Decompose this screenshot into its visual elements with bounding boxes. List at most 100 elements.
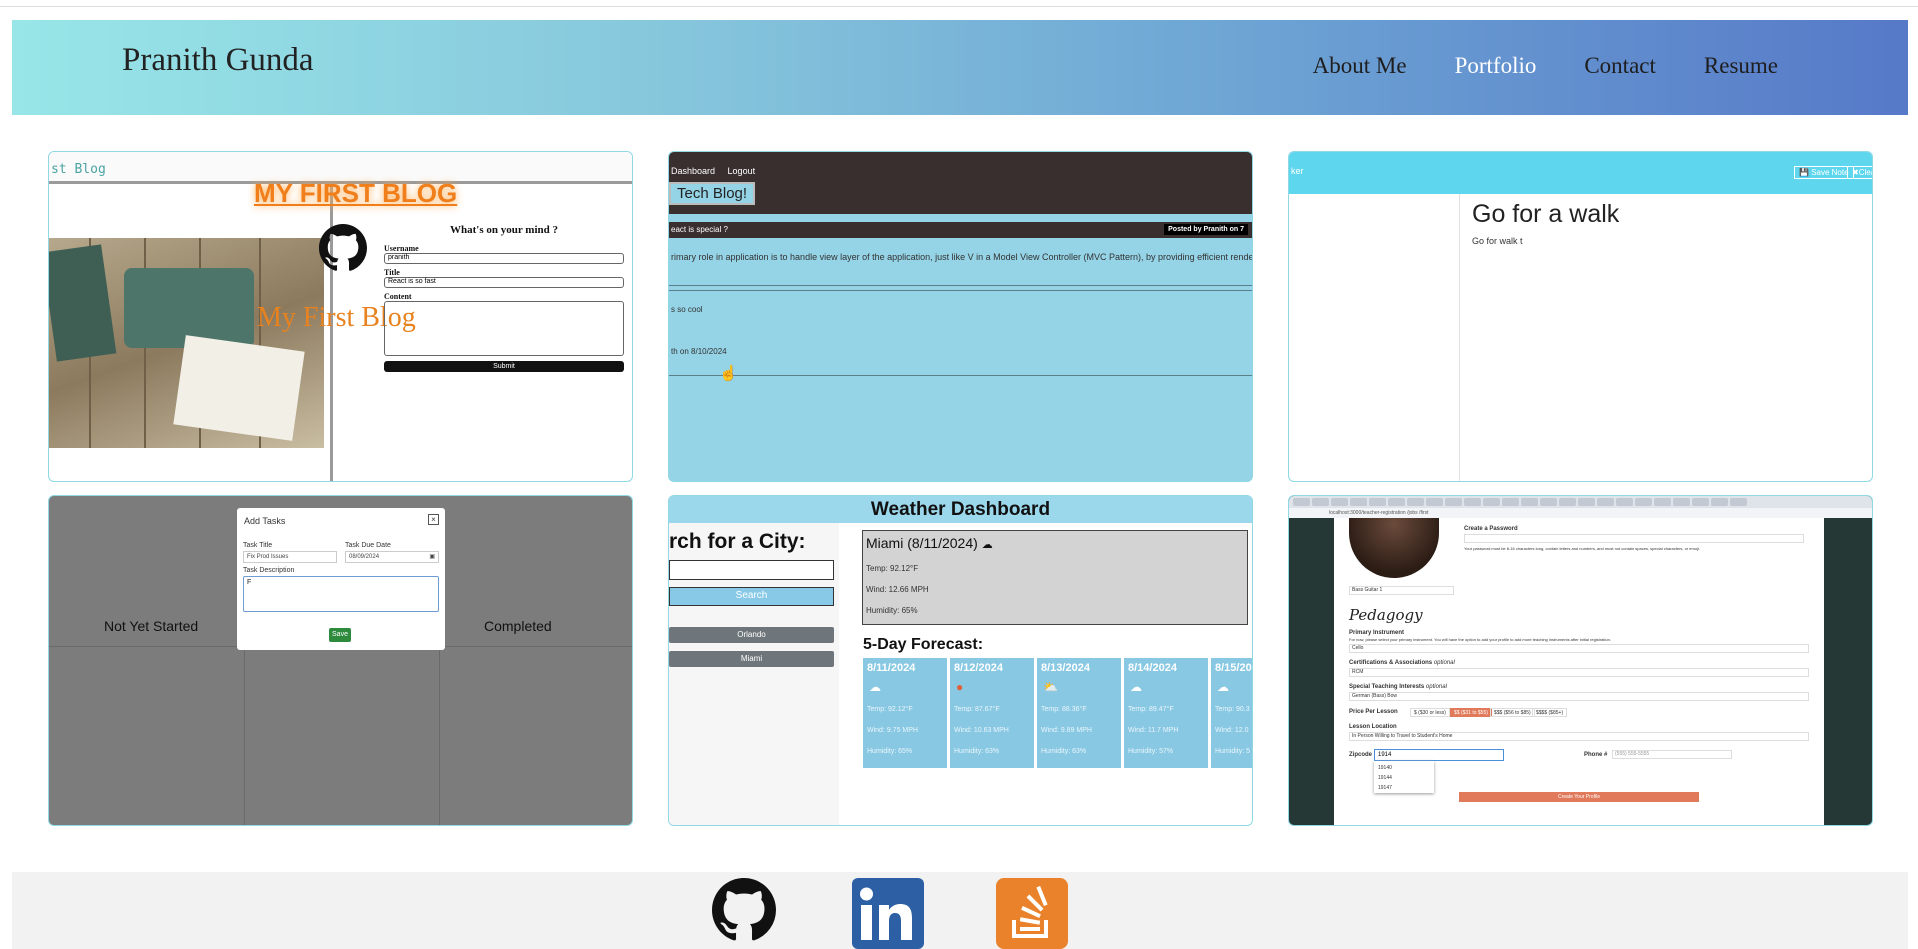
- primary-instrument-label: Primary Instrument: [1349, 630, 1405, 636]
- forecast-wind: Wind: 12.0: [1215, 727, 1249, 734]
- tech-blog-title[interactable]: Tech Blog!: [669, 182, 756, 205]
- blog-topbar-title: st Blog: [51, 162, 106, 177]
- current-temp: Temp: 92.12°F: [866, 564, 919, 573]
- description-textarea[interactable]: F: [243, 576, 439, 612]
- notes-sidebar-divider: [1459, 194, 1460, 481]
- wind-cloud-icon: ☁: [981, 539, 993, 551]
- title-label: Title: [384, 268, 400, 277]
- lesson-location-options[interactable]: In Person Willing to Travel to Student's…: [1349, 732, 1809, 741]
- divider: [439, 646, 440, 825]
- nav-about-me[interactable]: About Me: [1313, 53, 1407, 79]
- phone-input[interactable]: (555) 555-5555: [1612, 750, 1732, 759]
- cloud-icon: ☁: [1130, 680, 1142, 694]
- optional-tag: optional: [1425, 684, 1447, 690]
- history-miami[interactable]: Miami: [669, 651, 834, 667]
- brand-name[interactable]: Pranith Gunda: [122, 42, 314, 79]
- nav-contact[interactable]: Contact: [1584, 53, 1656, 79]
- window-top-border: [0, 6, 1918, 7]
- address-bar[interactable]: localhost:3000/teacher-registration /job…: [1289, 508, 1872, 518]
- task-title-input[interactable]: Fix Prod Issues: [243, 551, 337, 563]
- forecast-temp: Temp: 92.12°F: [867, 706, 913, 713]
- book-image: [49, 244, 117, 362]
- price-option[interactable]: $$$$ ($85+): [1532, 708, 1568, 717]
- tech-blog-links: Dashboard Logout: [671, 166, 765, 176]
- price-option-selected[interactable]: $$ ($31 to $55): [1450, 708, 1492, 717]
- github-icon[interactable]: [712, 878, 776, 942]
- submit-button[interactable]: Submit: [384, 361, 624, 372]
- wind-cloud-icon: ☁: [869, 680, 881, 694]
- forecast-wind: Wind: 9.75 MPH: [867, 727, 918, 734]
- forecast-date: 8/11/2024: [867, 662, 916, 674]
- note-taker-header: ker: [1289, 152, 1872, 194]
- forecast-date: 8/13/2024: [1041, 662, 1090, 674]
- instrument-select[interactable]: Bass Guitar 1: [1349, 586, 1454, 595]
- note-title[interactable]: Go for a walk: [1472, 200, 1619, 229]
- stackoverflow-icon[interactable]: [996, 878, 1068, 949]
- post-meta: Posted by Pranith on 7: [1164, 224, 1248, 235]
- username-label: Username: [384, 244, 419, 253]
- logout-link[interactable]: Logout: [728, 166, 756, 176]
- password-label: Create a Password: [1464, 526, 1518, 532]
- nav-resume[interactable]: Resume: [1704, 53, 1778, 79]
- zipcode-autocomplete: 19140 19144 19147: [1374, 761, 1434, 793]
- nav-portfolio[interactable]: Portfolio: [1455, 53, 1537, 79]
- special-interests-label: Special Teaching Interests optional: [1349, 684, 1447, 690]
- save-button[interactable]: Save: [329, 628, 351, 642]
- content-textarea[interactable]: [384, 301, 624, 356]
- main-nav: About Me Portfolio Contact Resume: [1313, 53, 1778, 79]
- typewriter-photo: [49, 238, 324, 448]
- due-date-input[interactable]: 08/09/2024 ▣: [345, 551, 439, 563]
- price-option[interactable]: $ ($30 or less): [1410, 708, 1450, 717]
- forecast-card: 8/11/2024 ☁ Temp: 92.12°F Wind: 9.75 MPH…: [863, 658, 947, 768]
- city-search-input[interactable]: [669, 560, 834, 580]
- project-card-registration[interactable]: localhost:3000/teacher-registration /job…: [1288, 495, 1873, 826]
- project-card-task-board[interactable]: Not Yet Started Completed Add Tasks × Ta…: [48, 495, 633, 826]
- project-card-blog[interactable]: st Blog MY FIRST BLOG My First Blog What…: [48, 151, 633, 482]
- zipcode-option[interactable]: 19140: [1378, 763, 1430, 773]
- title-input[interactable]: React is so fast: [384, 277, 624, 288]
- search-button[interactable]: Search: [669, 587, 834, 606]
- note-text[interactable]: Go for walk t: [1472, 236, 1523, 246]
- column-completed: Completed: [484, 618, 552, 634]
- site-footer: [12, 872, 1908, 949]
- calendar-icon[interactable]: ▣: [429, 552, 435, 562]
- primary-instrument-hint: For now, please select your primary inst…: [1349, 637, 1611, 642]
- project-card-tech-blog[interactable]: Dashboard Logout Tech Blog! eact is spec…: [668, 151, 1253, 482]
- create-profile-button[interactable]: Create Your Profile: [1459, 792, 1699, 802]
- forecast-wind: Wind: 10.63 MPH: [954, 727, 1009, 734]
- linkedin-icon[interactable]: [852, 878, 924, 949]
- forecast-date: 8/12/2024: [954, 662, 1003, 674]
- save-note-button[interactable]: 💾 Save Note: [1794, 166, 1854, 179]
- password-input[interactable]: [1464, 534, 1804, 543]
- project-card-weather[interactable]: Weather Dashboard rch for a City: Search…: [668, 495, 1253, 826]
- zipcode-input[interactable]: 1914: [1374, 749, 1504, 761]
- forecast-humidity: Humidity: 63%: [1041, 748, 1087, 755]
- current-weather: Miami (8/11/2024) ☁ Temp: 92.12°F Wind: …: [862, 530, 1248, 625]
- special-interests-select[interactable]: German (Bass) Bow: [1349, 692, 1809, 701]
- forecast-humidity: Humidity: 5: [1215, 748, 1251, 755]
- history-orlando[interactable]: Orlando: [669, 627, 834, 643]
- sun-icon: ●: [956, 680, 964, 694]
- zipcode-option[interactable]: 19147: [1378, 783, 1430, 793]
- certifications-select[interactable]: RCM: [1349, 668, 1809, 677]
- forecast-card: 8/15/202 ☁ Temp: 90.3 Wind: 12.0 Humidit…: [1211, 658, 1252, 768]
- primary-instrument-select[interactable]: Cello: [1349, 644, 1809, 653]
- forecast-temp: Temp: 89.47°F: [1128, 706, 1174, 713]
- project-card-note-taker[interactable]: ker 💾 Save Note ✖Clea Go for a walk Go f…: [1288, 151, 1873, 482]
- add-task-modal: Add Tasks × Task Title Fix Prod Issues T…: [237, 508, 445, 650]
- tech-blog-header: [669, 152, 1252, 214]
- zipcode-option[interactable]: 19144: [1378, 773, 1430, 783]
- post-body: rimary role in application is to handle …: [671, 252, 1253, 262]
- comment-text: s so cool: [671, 305, 703, 314]
- forecast-humidity: Humidity: 65%: [867, 748, 913, 755]
- forecast-temp: Temp: 87.67°F: [954, 706, 1000, 713]
- optional-tag: optional: [1433, 660, 1455, 666]
- phone-label: Phone #: [1584, 752, 1608, 758]
- forecast-card: 8/12/2024 ● Temp: 87.67°F Wind: 10.63 MP…: [950, 658, 1034, 768]
- price-option[interactable]: $$$ ($56 to $85): [1490, 708, 1535, 717]
- clear-button[interactable]: ✖Clea: [1847, 166, 1872, 179]
- github-icon[interactable]: [319, 224, 367, 272]
- close-icon[interactable]: ×: [428, 514, 439, 525]
- username-input[interactable]: pranith: [384, 253, 624, 264]
- dashboard-link[interactable]: Dashboard: [671, 166, 715, 176]
